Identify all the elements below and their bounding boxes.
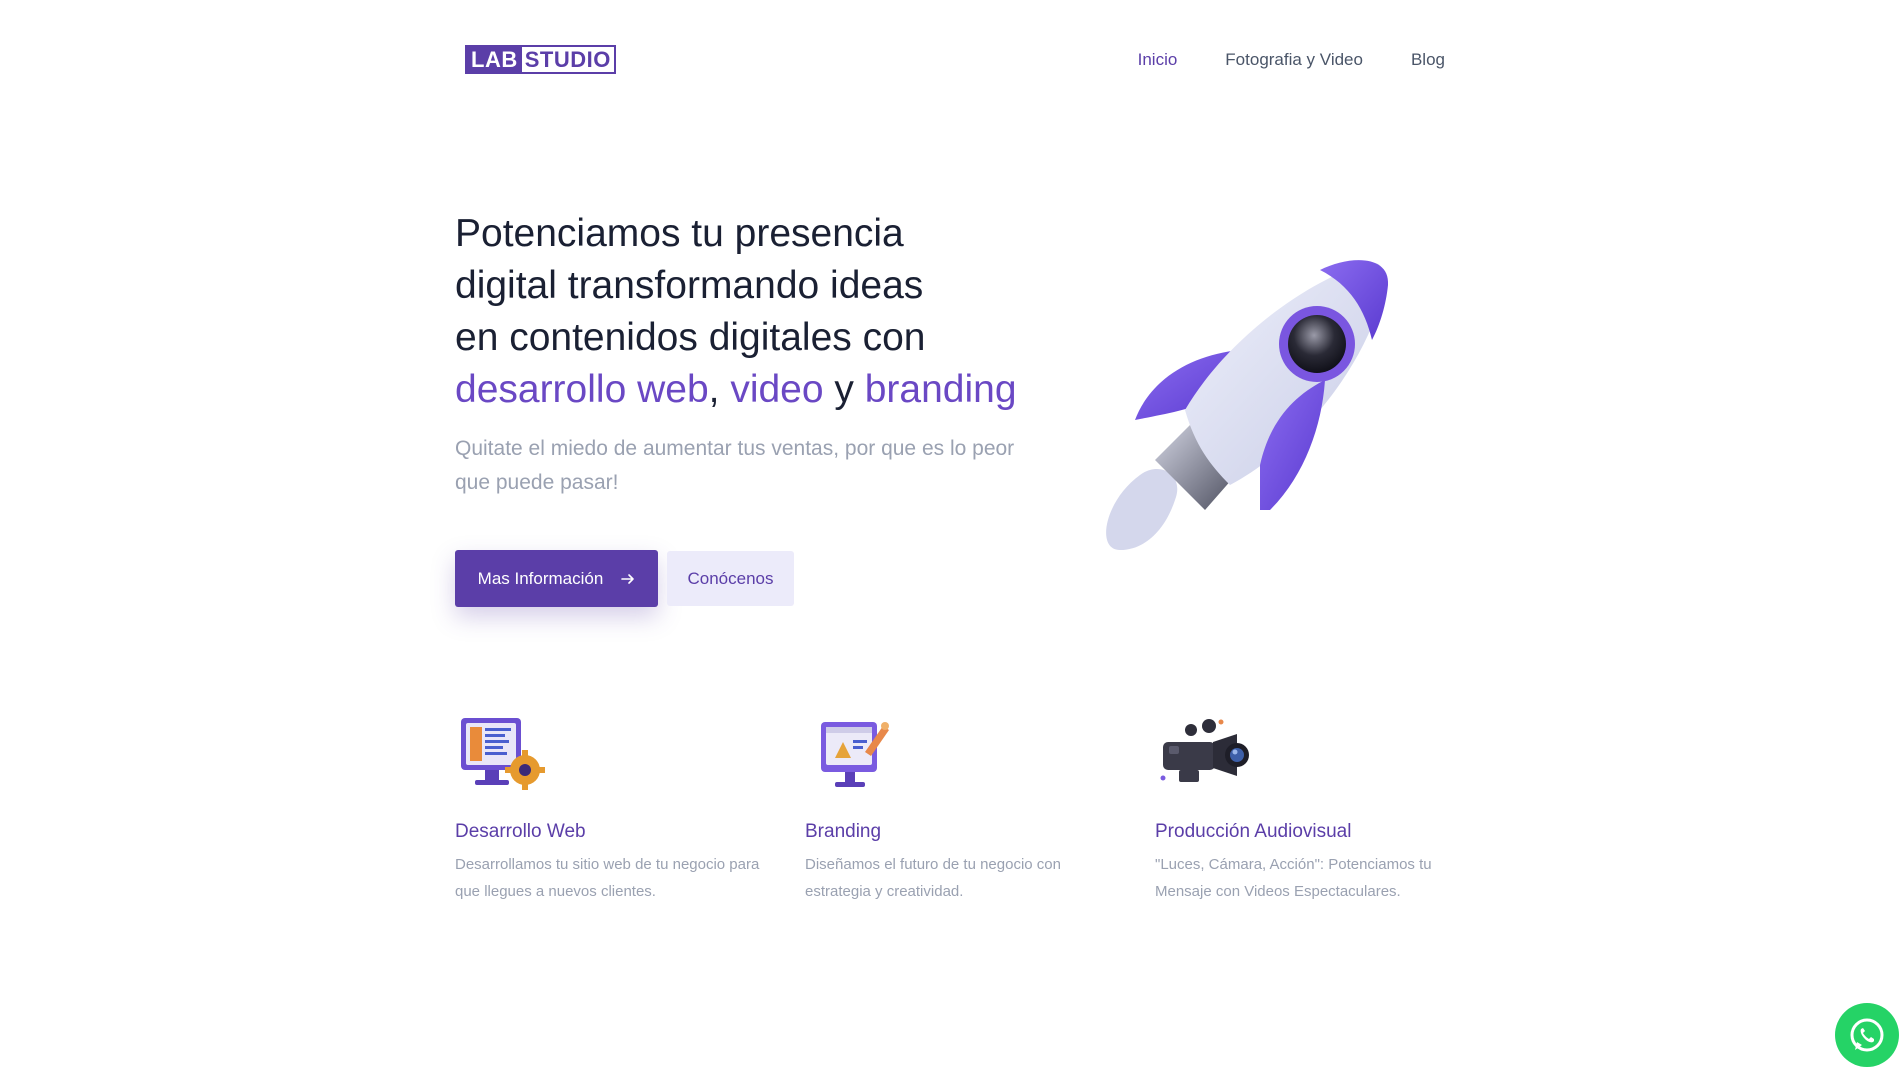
branding-icon bbox=[821, 722, 889, 787]
video-camera-icon bbox=[1160, 719, 1249, 782]
nav-link-inicio[interactable]: Inicio bbox=[1138, 50, 1178, 70]
feature-title: Branding bbox=[805, 821, 882, 842]
feature-audiovisual: Producción Audiovisual "Luces, Cámara, A… bbox=[1155, 712, 1475, 905]
feature-title: Producción Audiovisual bbox=[1155, 821, 1352, 842]
about-us-button[interactable]: Conócenos bbox=[667, 551, 794, 606]
feature-web-development: Desarrollo Web Desarrollamos tu sitio we… bbox=[455, 712, 775, 905]
nav-link-blog[interactable]: Blog bbox=[1411, 50, 1445, 70]
hero-highlight-video: video bbox=[730, 368, 824, 411]
hero-title-line-2: digital transformando ideas bbox=[455, 264, 924, 307]
logo-studio-text: STUDIO bbox=[524, 47, 611, 72]
whatsapp-button[interactable] bbox=[1835, 1003, 1899, 1067]
hero-title-line-1: Potenciamos tu presencia bbox=[455, 212, 904, 255]
arrow-right-icon bbox=[621, 573, 635, 584]
hero-separator-2: y bbox=[823, 368, 865, 411]
labstudio-logo[interactable]: LAB STUDIO bbox=[465, 45, 616, 74]
feature-text: "Luces, Cámara, Acción": Potenciamos tu … bbox=[1155, 856, 1432, 900]
more-info-label: Mas Información bbox=[477, 568, 604, 588]
feature-text: Diseñamos el futuro de tu negocio con es… bbox=[805, 856, 1061, 900]
rocket-illustration bbox=[1106, 260, 1389, 550]
site-header: LAB STUDIO Inicio Fotografia y Video Blo… bbox=[455, 42, 1445, 80]
hero-highlight-branding: branding bbox=[864, 368, 1017, 411]
feature-text: Desarrollamos tu sitio web de tu negocio… bbox=[455, 856, 760, 900]
hero-highlight-web: desarrollo web bbox=[455, 368, 709, 411]
feature-branding: Branding Diseñamos el futuro de tu negoc… bbox=[805, 712, 1125, 905]
logo-lab-text: LAB bbox=[467, 47, 522, 72]
hero-separator-1: , bbox=[708, 368, 731, 411]
more-info-button[interactable]: Mas Información bbox=[455, 550, 658, 607]
web-development-icon bbox=[461, 718, 545, 790]
feature-title: Desarrollo Web bbox=[455, 821, 586, 842]
hero-title-line-3: en contenidos digitales con bbox=[455, 316, 926, 359]
main-nav: Inicio Fotografia y Video Blog bbox=[1138, 50, 1445, 70]
nav-link-fotografia-video[interactable]: Fotografia y Video bbox=[1225, 50, 1363, 70]
whatsapp-icon bbox=[1850, 1018, 1884, 1052]
hero-title: Potenciamos tu presencia digital transfo… bbox=[455, 208, 1075, 416]
hero-subtitle: Quitate el miedo de aumentar tus ventas,… bbox=[455, 437, 1015, 494]
